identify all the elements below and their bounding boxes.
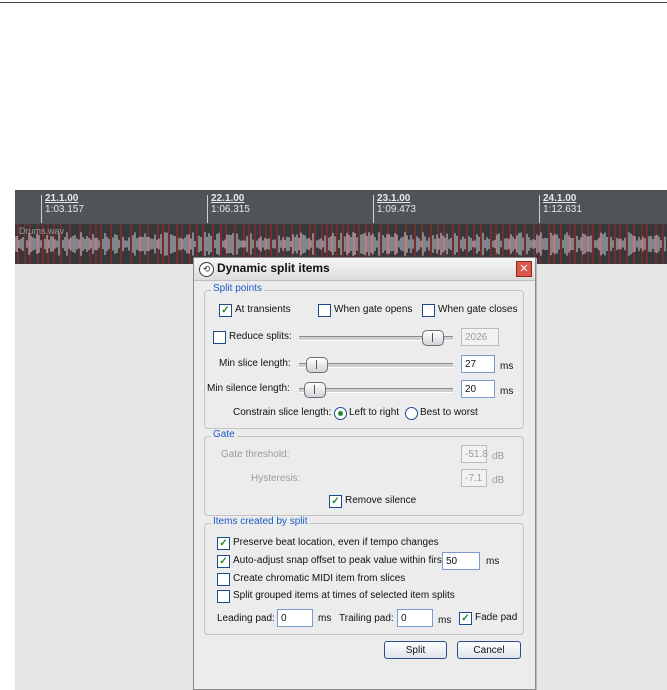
timeline-marker: 22.1.00 1:06.315 [207, 193, 250, 223]
dialog-title: Dynamic split items [217, 261, 330, 275]
bar-position: 21.1.00 [45, 193, 79, 204]
leading-pad-label: Leading pad: [217, 613, 275, 624]
constrain-label: Constrain slice length: [233, 407, 332, 418]
min-silence-slider-thumb[interactable] [304, 382, 327, 398]
auto-adjust-input[interactable]: 50 [442, 552, 480, 570]
preserve-beat-label: Preserve beat location, even if tempo ch… [233, 537, 439, 548]
ms-unit: ms [500, 386, 514, 397]
split-points-group: Split points ✓ At transients When gate o… [204, 283, 524, 429]
left-to-right-radio[interactable] [334, 407, 347, 420]
timeline-marker: 24.1.00 1:12.631 [539, 193, 582, 223]
time-position: 1:06.315 [211, 204, 250, 215]
time-position: 1:12.631 [543, 204, 582, 215]
chromatic-midi-label: Create chromatic MIDI item from slices [233, 573, 406, 584]
min-silence-label: Min silence length: [207, 383, 290, 394]
timeline-ruler[interactable]: 21.1.00 1:03.157 22.1.00 1:06.315 23.1.0… [15, 190, 667, 224]
items-created-group: Items created by split ✓ Preserve beat l… [204, 516, 524, 635]
best-to-worst-label: Best to worst [420, 407, 478, 418]
group-legend: Gate [211, 429, 237, 440]
group-legend: Split points [211, 283, 264, 294]
dialog-titlebar[interactable]: ⟲ Dynamic split items ✕ [194, 258, 535, 281]
auto-adjust-label: Auto-adjust snap offset to peak value wi… [233, 555, 448, 566]
split-grouped-checkbox[interactable] [217, 590, 230, 603]
ms-unit: ms [486, 556, 500, 567]
at-transients-checkbox[interactable]: ✓ [219, 304, 232, 317]
close-button[interactable]: ✕ [516, 261, 532, 277]
item-name: Drums.wav [19, 226, 65, 236]
reduce-splits-slider-thumb[interactable] [422, 330, 445, 346]
reduce-splits-label: Reduce splits: [229, 331, 292, 342]
bar-position: 24.1.00 [543, 193, 577, 204]
reduce-splits-checkbox[interactable] [213, 331, 226, 344]
time-position: 1:03.157 [45, 204, 84, 215]
best-to-worst-radio[interactable] [405, 407, 418, 420]
remove-silence-label: Remove silence [345, 495, 417, 506]
trailing-pad-input[interactable]: 0 [397, 609, 433, 627]
dynamic-split-dialog: ⟲ Dynamic split items ✕ Split points ✓ A… [193, 257, 536, 690]
db-unit: dB [492, 475, 505, 486]
remove-silence-checkbox[interactable]: ✓ [329, 495, 342, 508]
group-legend: Items created by split [211, 516, 310, 527]
gate-threshold-label: Gate threshold: [221, 449, 290, 460]
time-position: 1:09.473 [377, 204, 416, 215]
gate-closes-checkbox[interactable] [422, 304, 435, 317]
min-slice-input[interactable]: 27 [461, 355, 495, 373]
split-grouped-label: Split grouped items at times of selected… [233, 590, 455, 601]
ms-unit: ms [438, 615, 452, 626]
split-button[interactable]: Split [384, 641, 447, 659]
min-slice-label: Min slice length: [219, 358, 291, 369]
timeline-marker: 21.1.00 1:03.157 [41, 193, 84, 223]
at-transients-label: At transients [235, 304, 291, 315]
reduce-splits-input[interactable]: 2026 [461, 328, 499, 346]
min-slice-slider-thumb[interactable] [305, 357, 328, 373]
gate-group: Gate Gate threshold: -51.8 dB Hysteresis… [204, 429, 524, 516]
chromatic-midi-checkbox[interactable] [217, 573, 230, 586]
min-silence-input[interactable]: 20 [461, 380, 495, 398]
app-icon: ⟲ [199, 262, 214, 277]
hysteresis-label: Hysteresis: [251, 473, 301, 484]
gate-closes-label: When gate closes [438, 304, 518, 315]
hysteresis-input[interactable]: -7.1 [461, 469, 487, 487]
auto-adjust-checkbox[interactable]: ✓ [217, 555, 230, 568]
preserve-beat-checkbox[interactable]: ✓ [217, 537, 230, 550]
cancel-button[interactable]: Cancel [457, 641, 521, 659]
gate-opens-label: When gate opens [334, 304, 413, 315]
gate-opens-checkbox[interactable] [318, 304, 331, 317]
ms-unit: ms [318, 613, 332, 624]
fade-pad-label: Fade pad [475, 612, 518, 623]
trailing-pad-label: Trailing pad: [339, 613, 394, 624]
leading-pad-input[interactable]: 0 [277, 609, 313, 627]
top-divider-line [0, 2, 667, 3]
bar-position: 22.1.00 [211, 193, 245, 204]
left-to-right-label: Left to right [349, 407, 400, 418]
db-unit: dB [492, 451, 505, 462]
bar-position: 23.1.00 [377, 193, 411, 204]
close-icon: ✕ [519, 263, 529, 275]
ms-unit: ms [500, 361, 514, 372]
fade-pad-checkbox[interactable]: ✓ [459, 612, 472, 625]
timeline-marker: 23.1.00 1:09.473 [373, 193, 416, 223]
gate-threshold-input[interactable]: -51.8 [461, 445, 488, 463]
